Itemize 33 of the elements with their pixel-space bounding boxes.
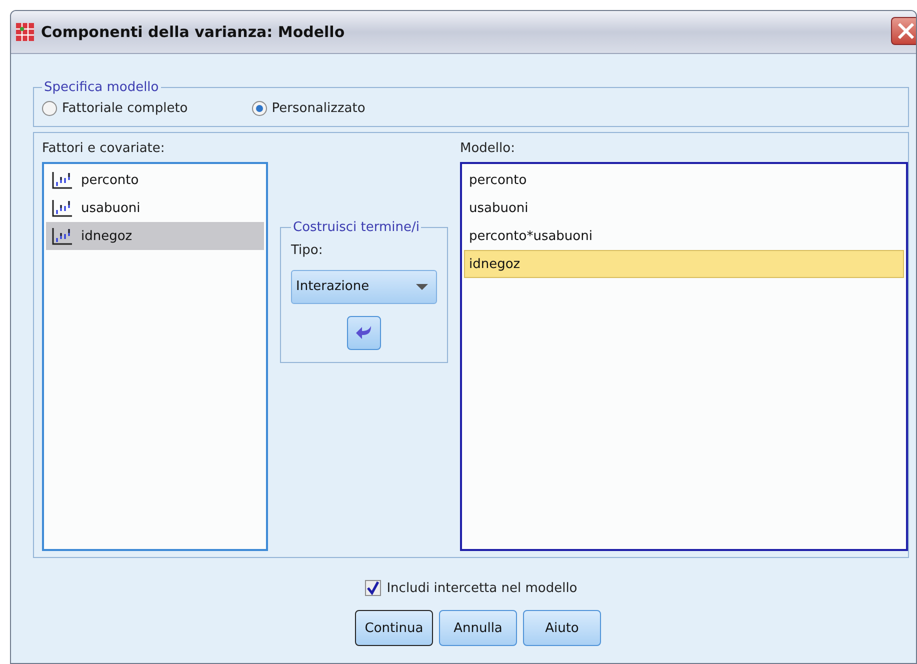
variable-item[interactable]: usabuoni [46,194,264,222]
group-title: Costruisci termine/i [292,220,420,234]
intercept-checkbox[interactable]: Includi intercetta nel modello [364,580,578,596]
scale-variable-icon [51,170,73,190]
scale-variable-icon [51,226,73,246]
type-label: Tipo: [291,242,324,258]
close-button[interactable] [891,17,916,45]
checkmark-icon [366,581,380,595]
variable-item[interactable]: idnegoz [46,222,264,250]
window-title: Componenti della varianza: Modello [41,23,345,41]
variable-item[interactable]: perconto [46,166,264,194]
variable-name: perconto [81,172,139,188]
caret-icon [416,284,428,290]
radio-option[interactable]: Fattoriale completo [42,101,188,116]
data-grid-icon [15,22,35,42]
scale-variable-icon [51,198,73,218]
model-term[interactable]: usabuoni [464,194,904,222]
dialog-button[interactable]: Aiuto [523,610,601,646]
list-label: Modello: [460,141,516,156]
model-term[interactable]: perconto [464,166,904,194]
radio-option[interactable]: Personalizzato [252,101,366,116]
model-term[interactable]: idnegoz [464,250,904,278]
type-dropdown[interactable]: Interazione [291,270,437,304]
variable-name: usabuoni [81,200,140,216]
list-label: Fattori e covariate: [42,141,166,156]
group-title: Specifica modello [43,80,160,95]
move-button[interactable] [347,316,381,350]
model-term[interactable]: perconto*usabuoni [464,222,904,250]
close-icon [896,22,914,40]
arrow-icon [355,324,373,340]
variable-name: idnegoz [81,228,132,244]
dialog-button[interactable]: Continua [355,610,433,646]
dialog-button[interactable]: Annulla [439,610,517,646]
